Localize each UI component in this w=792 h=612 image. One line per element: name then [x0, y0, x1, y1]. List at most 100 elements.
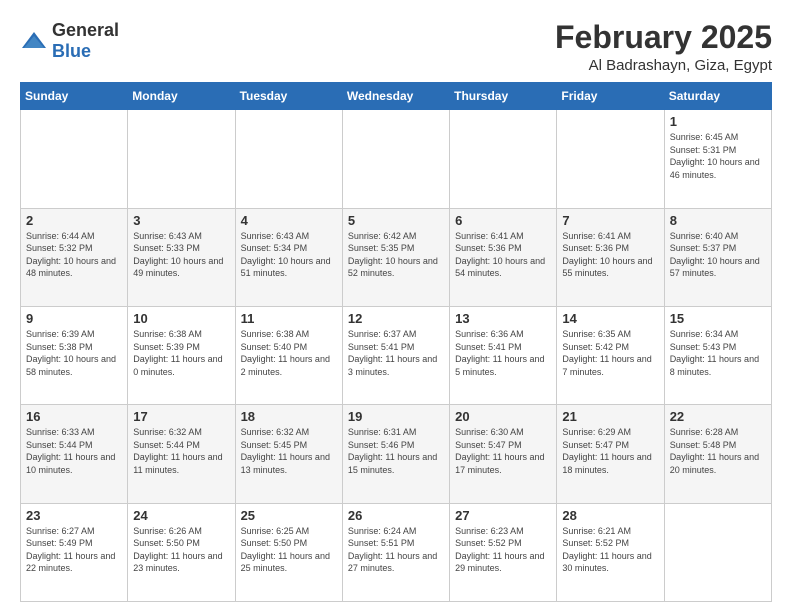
day-number-1: 1	[670, 114, 766, 129]
header-thursday: Thursday	[450, 83, 557, 110]
day-number-25: 25	[241, 508, 337, 523]
day-info-4-3: Sunrise: 6:24 AM Sunset: 5:51 PM Dayligh…	[348, 525, 444, 575]
week-row-3: 16 Sunrise: 6:33 AM Sunset: 5:44 PM Dayli…	[21, 405, 772, 503]
day-info-3-2: Sunrise: 6:32 AM Sunset: 5:45 PM Dayligh…	[241, 426, 337, 476]
calendar-cell-1-6: 8 Sunrise: 6:40 AM Sunset: 5:37 PM Daylig…	[664, 208, 771, 306]
header-tuesday: Tuesday	[235, 83, 342, 110]
day-info-3-1: Sunrise: 6:32 AM Sunset: 5:44 PM Dayligh…	[133, 426, 229, 476]
calendar-cell-0-4	[450, 110, 557, 208]
day-number-26: 26	[348, 508, 444, 523]
calendar-cell-4-4: 27 Sunrise: 6:23 AM Sunset: 5:52 PM Dayli…	[450, 503, 557, 601]
day-number-19: 19	[348, 409, 444, 424]
calendar-cell-2-4: 13 Sunrise: 6:36 AM Sunset: 5:41 PM Dayli…	[450, 306, 557, 404]
header-saturday: Saturday	[664, 83, 771, 110]
day-info-2-3: Sunrise: 6:37 AM Sunset: 5:41 PM Dayligh…	[348, 328, 444, 378]
day-info-1-1: Sunrise: 6:43 AM Sunset: 5:33 PM Dayligh…	[133, 230, 229, 280]
week-row-2: 9 Sunrise: 6:39 AM Sunset: 5:38 PM Daylig…	[21, 306, 772, 404]
logo-general: General	[52, 20, 119, 40]
calendar-cell-1-1: 3Sunrise: 6:43 AM Sunset: 5:33 PM Daylig…	[128, 208, 235, 306]
calendar-cell-4-2: 25 Sunrise: 6:25 AM Sunset: 5:50 PM Dayli…	[235, 503, 342, 601]
week-row-0: 1 Sunrise: 6:45 AM Sunset: 5:31 PM Daylig…	[21, 110, 772, 208]
day-number-12: 12	[348, 311, 444, 326]
calendar-cell-2-2: 11 Sunrise: 6:38 AM Sunset: 5:40 PM Dayli…	[235, 306, 342, 404]
calendar-cell-0-0	[21, 110, 128, 208]
day-number-21: 21	[562, 409, 658, 424]
calendar-header: Sunday Monday Tuesday Wednesday Thursday…	[21, 83, 772, 110]
day-info-3-4: Sunrise: 6:30 AM Sunset: 5:47 PM Dayligh…	[455, 426, 551, 476]
day-info-1-2: Sunrise: 6:43 AM Sunset: 5:34 PM Dayligh…	[241, 230, 337, 280]
calendar-cell-1-2: 4 Sunrise: 6:43 AM Sunset: 5:34 PM Daylig…	[235, 208, 342, 306]
day-number-5: 5	[348, 213, 444, 228]
header-sunday: Sunday	[21, 83, 128, 110]
page: General Blue February 2025 Al Badrashayn…	[0, 0, 792, 612]
calendar-cell-3-1: 17Sunrise: 6:32 AM Sunset: 5:44 PM Dayli…	[128, 405, 235, 503]
day-info-2-6: Sunrise: 6:34 AM Sunset: 5:43 PM Dayligh…	[670, 328, 766, 378]
calendar-body: 1 Sunrise: 6:45 AM Sunset: 5:31 PM Daylig…	[21, 110, 772, 602]
calendar-cell-2-3: 12 Sunrise: 6:37 AM Sunset: 5:41 PM Dayli…	[342, 306, 449, 404]
day-info-4-1: Sunrise: 6:26 AM Sunset: 5:50 PM Dayligh…	[133, 525, 229, 575]
day-number-11: 11	[241, 311, 337, 326]
day-info-1-5: Sunrise: 6:41 AM Sunset: 5:36 PM Dayligh…	[562, 230, 658, 280]
day-info-2-2: Sunrise: 6:38 AM Sunset: 5:40 PM Dayligh…	[241, 328, 337, 378]
day-number-24: 24	[133, 508, 229, 523]
day-info-2-1: Sunrise: 6:38 AM Sunset: 5:39 PM Dayligh…	[133, 328, 229, 378]
day-number-13: 13	[455, 311, 551, 326]
calendar-table: Sunday Monday Tuesday Wednesday Thursday…	[20, 82, 772, 602]
day-number-7: 7	[562, 213, 658, 228]
calendar-cell-3-5: 21 Sunrise: 6:29 AM Sunset: 5:47 PM Dayli…	[557, 405, 664, 503]
logo: General Blue	[20, 20, 119, 62]
day-number-23: 23	[26, 508, 122, 523]
day-info-4-5: Sunrise: 6:21 AM Sunset: 5:52 PM Dayligh…	[562, 525, 658, 575]
day-number-15: 15	[670, 311, 766, 326]
day-info-3-0: Sunrise: 6:33 AM Sunset: 5:44 PM Dayligh…	[26, 426, 122, 476]
day-number-18: 18	[241, 409, 337, 424]
calendar-cell-3-4: 20 Sunrise: 6:30 AM Sunset: 5:47 PM Dayli…	[450, 405, 557, 503]
calendar-cell-2-0: 9 Sunrise: 6:39 AM Sunset: 5:38 PM Daylig…	[21, 306, 128, 404]
day-number-20: 20	[455, 409, 551, 424]
month-title: February 2025	[555, 20, 772, 55]
day-number-9: 9	[26, 311, 122, 326]
calendar-cell-3-3: 19 Sunrise: 6:31 AM Sunset: 5:46 PM Dayli…	[342, 405, 449, 503]
day-number-16: 16	[26, 409, 122, 424]
calendar-cell-1-0: 2 Sunrise: 6:44 AM Sunset: 5:32 PM Daylig…	[21, 208, 128, 306]
day-info-0-6: Sunrise: 6:45 AM Sunset: 5:31 PM Dayligh…	[670, 131, 766, 181]
header: General Blue February 2025 Al Badrashayn…	[20, 20, 772, 74]
day-number-27: 27	[455, 508, 551, 523]
day-info-3-5: Sunrise: 6:29 AM Sunset: 5:47 PM Dayligh…	[562, 426, 658, 476]
day-info-1-0: Sunrise: 6:44 AM Sunset: 5:32 PM Dayligh…	[26, 230, 122, 280]
day-info-1-6: Sunrise: 6:40 AM Sunset: 5:37 PM Dayligh…	[670, 230, 766, 280]
day-number-8: 8	[670, 213, 766, 228]
calendar-cell-2-5: 14Sunrise: 6:35 AM Sunset: 5:42 PM Dayli…	[557, 306, 664, 404]
logo-blue: Blue	[52, 41, 91, 61]
logo-text: General Blue	[52, 20, 119, 62]
header-friday: Friday	[557, 83, 664, 110]
calendar-cell-0-3	[342, 110, 449, 208]
day-info-4-2: Sunrise: 6:25 AM Sunset: 5:50 PM Dayligh…	[241, 525, 337, 575]
day-number-4: 4	[241, 213, 337, 228]
day-info-2-0: Sunrise: 6:39 AM Sunset: 5:38 PM Dayligh…	[26, 328, 122, 378]
calendar-cell-2-6: 15 Sunrise: 6:34 AM Sunset: 5:43 PM Dayli…	[664, 306, 771, 404]
day-number-2: 2	[26, 213, 122, 228]
day-info-3-3: Sunrise: 6:31 AM Sunset: 5:46 PM Dayligh…	[348, 426, 444, 476]
calendar-cell-4-0: 23 Sunrise: 6:27 AM Sunset: 5:49 PM Dayli…	[21, 503, 128, 601]
calendar-cell-3-6: 22Sunrise: 6:28 AM Sunset: 5:48 PM Dayli…	[664, 405, 771, 503]
day-number-14: 14	[562, 311, 658, 326]
day-info-4-0: Sunrise: 6:27 AM Sunset: 5:49 PM Dayligh…	[26, 525, 122, 575]
day-info-4-4: Sunrise: 6:23 AM Sunset: 5:52 PM Dayligh…	[455, 525, 551, 575]
header-right: February 2025 Al Badrashayn, Giza, Egypt	[555, 20, 772, 74]
week-row-1: 2 Sunrise: 6:44 AM Sunset: 5:32 PM Daylig…	[21, 208, 772, 306]
weekday-header-row: Sunday Monday Tuesday Wednesday Thursday…	[21, 83, 772, 110]
day-number-6: 6	[455, 213, 551, 228]
day-number-10: 10	[133, 311, 229, 326]
calendar-cell-4-3: 26 Sunrise: 6:24 AM Sunset: 5:51 PM Dayli…	[342, 503, 449, 601]
calendar-cell-3-2: 18 Sunrise: 6:32 AM Sunset: 5:45 PM Dayli…	[235, 405, 342, 503]
day-info-3-6: Sunrise: 6:28 AM Sunset: 5:48 PM Dayligh…	[670, 426, 766, 476]
calendar-cell-2-1: 10 Sunrise: 6:38 AM Sunset: 5:39 PM Dayli…	[128, 306, 235, 404]
calendar-cell-0-6: 1 Sunrise: 6:45 AM Sunset: 5:31 PM Daylig…	[664, 110, 771, 208]
day-info-1-4: Sunrise: 6:41 AM Sunset: 5:36 PM Dayligh…	[455, 230, 551, 280]
calendar-cell-1-3: 5Sunrise: 6:42 AM Sunset: 5:35 PM Daylig…	[342, 208, 449, 306]
day-number-28: 28	[562, 508, 658, 523]
location: Al Badrashayn, Giza, Egypt	[555, 57, 772, 74]
day-info-2-4: Sunrise: 6:36 AM Sunset: 5:41 PM Dayligh…	[455, 328, 551, 378]
header-monday: Monday	[128, 83, 235, 110]
